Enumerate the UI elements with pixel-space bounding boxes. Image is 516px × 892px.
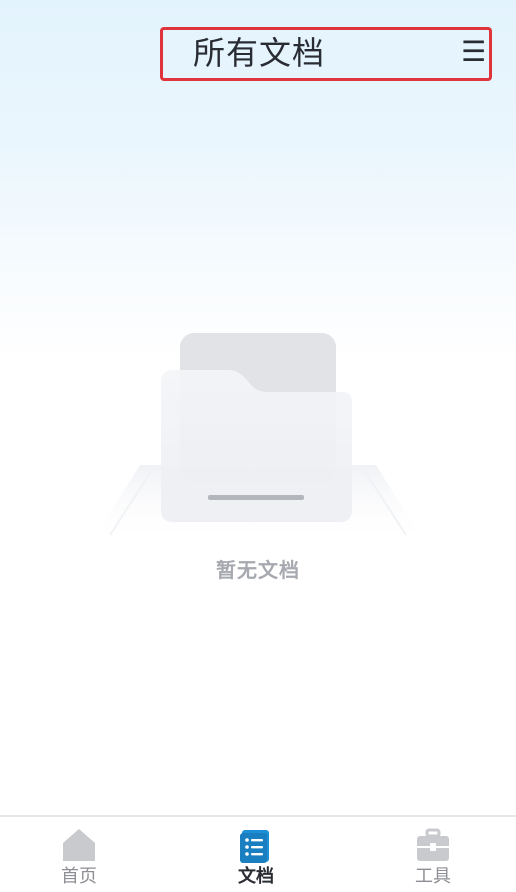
home-icon [63, 829, 95, 861]
document-list-icon [240, 830, 269, 863]
bottom-tab-bar: 首页 文档 工具 [0, 815, 516, 892]
empty-state-message: 暂无文档 [216, 558, 300, 582]
empty-folder-icon [80, 320, 436, 560]
tab-documents-label: 文档 [238, 866, 274, 887]
toolbox-icon [417, 828, 449, 861]
tab-documents[interactable]: 文档 [206, 827, 306, 887]
page-header: 所有文档 ☰ [160, 27, 492, 81]
menu-icon: ☰ [461, 38, 487, 66]
tab-tools[interactable]: 工具 [383, 827, 483, 887]
tab-home[interactable]: 首页 [29, 827, 129, 887]
tab-home-label: 首页 [61, 866, 97, 887]
tab-tools-label: 工具 [415, 866, 451, 887]
menu-button[interactable]: ☰ [461, 38, 491, 66]
page-title: 所有文档 [193, 34, 326, 72]
